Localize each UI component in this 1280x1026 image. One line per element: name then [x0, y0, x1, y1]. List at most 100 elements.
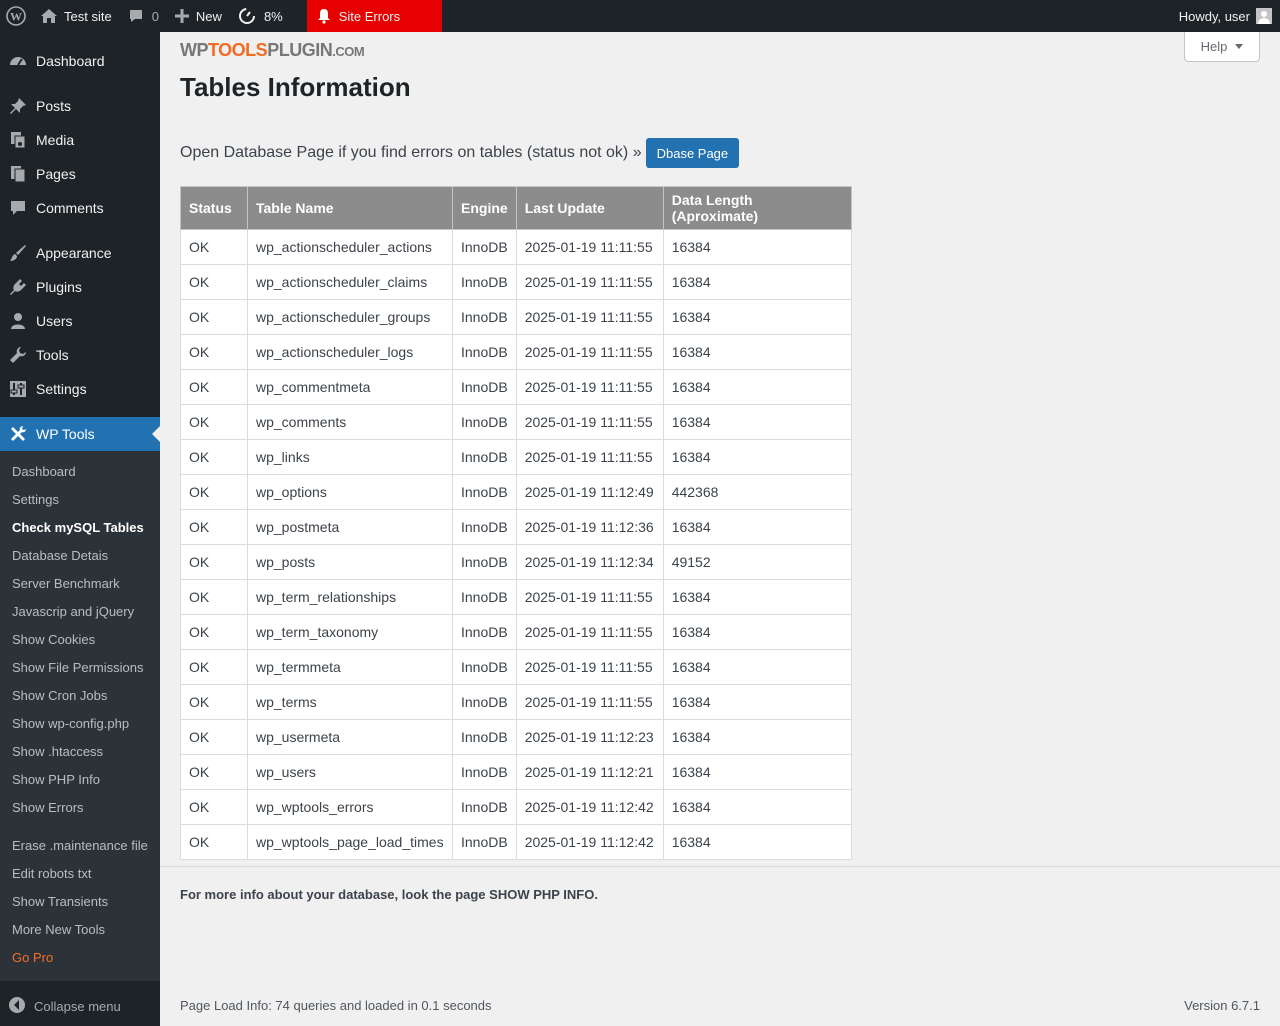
- data-length-cell: 16384: [662, 684, 852, 720]
- collapse-menu-button[interactable]: Collapse menu: [0, 989, 160, 1023]
- engine-cell: InnoDB: [452, 579, 517, 615]
- submenu-item-show-php-info[interactable]: Show PHP Info: [0, 765, 160, 793]
- last-update-cell: 2025-01-19 11:11:55: [515, 404, 664, 440]
- status-cell: OK: [180, 789, 248, 825]
- table-row: OK wp_termmeta InnoDB 2025-01-19 11:11:55 16…: [180, 649, 852, 685]
- submenu-item-check-mysql-tables[interactable]: Check mySQL Tables: [0, 513, 160, 541]
- engine-cell: InnoDB: [452, 369, 517, 405]
- site-name: Test site: [64, 8, 112, 24]
- sidebar-item-label: Comments: [36, 200, 104, 216]
- submenu-item-show-cron-jobs[interactable]: Show Cron Jobs: [0, 681, 160, 709]
- engine-cell: InnoDB: [452, 299, 517, 335]
- sidebar-item-users[interactable]: Users: [0, 304, 160, 338]
- help-button[interactable]: Help: [1184, 32, 1260, 62]
- engine-cell: InnoDB: [452, 474, 517, 510]
- site-errors-link[interactable]: Site Errors: [306, 0, 442, 32]
- dashboard-icon: [8, 51, 28, 71]
- sidebar-item-tools[interactable]: Tools: [0, 338, 160, 372]
- engine-cell: InnoDB: [452, 404, 517, 440]
- submenu-item-show-cookies[interactable]: Show Cookies: [0, 625, 160, 653]
- data-length-cell: 49152: [662, 544, 852, 580]
- home-icon: [40, 8, 58, 24]
- last-update-cell: 2025-01-19 11:12:42: [515, 789, 664, 825]
- site-errors-label: Site Errors: [338, 8, 401, 24]
- table-row: OK wp_links InnoDB 2025-01-19 11:11:55 16384: [180, 439, 852, 475]
- last-update-cell: 2025-01-19 11:12:21: [515, 754, 664, 790]
- sidebar-item-appearance[interactable]: Appearance: [0, 236, 160, 270]
- status-cell: OK: [180, 229, 248, 265]
- help-label: Help: [1200, 39, 1228, 54]
- sidebar-item-posts[interactable]: Posts: [0, 89, 160, 123]
- submenu-item-dashboard[interactable]: Dashboard: [0, 457, 160, 485]
- submenu-item-go-pro[interactable]: Go Pro: [0, 943, 160, 971]
- status-cell: OK: [180, 334, 248, 370]
- submenu-item-erase-maintenance[interactable]: Erase .maintenance file: [0, 831, 160, 859]
- submenu-item-settings[interactable]: Settings: [0, 485, 160, 513]
- data-length-cell: 16384: [662, 649, 852, 685]
- table-name-cell: wp_commentmeta: [247, 369, 453, 405]
- collapse-arrow-icon: [8, 996, 26, 1017]
- my-account-link[interactable]: Howdy, user: [1171, 0, 1280, 32]
- sidebar-item-label: Dashboard: [36, 53, 105, 69]
- engine-cell: InnoDB: [452, 229, 517, 265]
- admin-bar: W Test site 0 New 8% Site Errors Howdy, …: [0, 0, 1280, 32]
- site-name-link[interactable]: Test site: [34, 0, 120, 32]
- tables-info-table: Status Table Name Engine Last Update Dat…: [180, 186, 852, 860]
- table-name-cell: wp_actionscheduler_actions: [247, 229, 453, 265]
- wordpress-logo-icon[interactable]: W: [0, 0, 34, 32]
- column-header: Last Update: [515, 186, 664, 230]
- submenu-item-show-transients[interactable]: Show Transients: [0, 887, 160, 915]
- comments-count: 0: [151, 8, 159, 24]
- sidebar-item-pages[interactable]: Pages: [0, 157, 160, 191]
- submenu-item-show-wp-config[interactable]: Show wp-config.php: [0, 709, 160, 737]
- last-update-cell: 2025-01-19 11:11:55: [515, 439, 664, 475]
- last-update-cell: 2025-01-19 11:12:23: [515, 719, 664, 755]
- engine-cell: InnoDB: [452, 334, 517, 370]
- plug-icon: [8, 277, 28, 297]
- engine-cell: InnoDB: [452, 264, 517, 300]
- submenu-item-server-benchmark[interactable]: Server Benchmark: [0, 569, 160, 597]
- status-cell: OK: [180, 299, 248, 335]
- pushpin-icon: [8, 96, 28, 116]
- pages-icon: [8, 164, 28, 184]
- dbase-page-button[interactable]: Dbase Page: [645, 138, 740, 168]
- sidebar-item-wp-tools[interactable]: WP Tools: [0, 417, 160, 451]
- submenu-item-database-details[interactable]: Database Detais: [0, 541, 160, 569]
- submenu-item-javascript-jquery[interactable]: Javascrip and jQuery: [0, 597, 160, 625]
- wptoolsplugin-logo: WPTOOLSPLUGIN.COM: [180, 40, 365, 60]
- column-header: Table Name: [247, 186, 453, 230]
- howdy-text: Howdy, user: [1178, 8, 1250, 24]
- engine-cell: InnoDB: [452, 649, 517, 685]
- sidebar-item-comments[interactable]: Comments: [0, 191, 160, 225]
- status-cell: OK: [180, 509, 248, 545]
- page-load-info: Page Load Info: 74 queries and loaded in…: [180, 998, 492, 1013]
- last-update-cell: 2025-01-19 11:11:55: [515, 614, 664, 650]
- table-name-cell: wp_actionscheduler_claims: [247, 264, 453, 300]
- sidebar-item-label: Pages: [36, 166, 76, 182]
- submenu-item-show-file-permissions[interactable]: Show File Permissions: [0, 653, 160, 681]
- submenu-item-edit-robots[interactable]: Edit robots txt: [0, 859, 160, 887]
- table-name-cell: wp_postmeta: [247, 509, 453, 545]
- table-name-cell: wp_termmeta: [247, 649, 453, 685]
- table-row: OK wp_comments InnoDB 2025-01-19 11:11:55 16…: [180, 404, 852, 440]
- sidebar-item-settings[interactable]: Settings: [0, 372, 160, 406]
- sidebar-item-dashboard[interactable]: Dashboard: [0, 44, 160, 78]
- sidebar-item-media[interactable]: Media: [0, 123, 160, 157]
- sidebar-item-plugins[interactable]: Plugins: [0, 270, 160, 304]
- data-length-cell: 16384: [662, 719, 852, 755]
- table-row: OK wp_actionscheduler_claims InnoDB 2025-01…: [180, 264, 852, 300]
- submenu-item-show-errors[interactable]: Show Errors: [0, 793, 160, 821]
- data-length-cell: 16384: [662, 264, 852, 300]
- column-header: Status: [180, 186, 248, 230]
- data-length-cell: 16384: [662, 824, 852, 860]
- submenu-item-more-new-tools[interactable]: More New Tools: [0, 915, 160, 943]
- comments-link[interactable]: 0: [120, 0, 167, 32]
- table-name-cell: wp_term_taxonomy: [247, 614, 453, 650]
- submenu-item-show-htaccess[interactable]: Show .htaccess: [0, 737, 160, 765]
- last-update-cell: 2025-01-19 11:12:49: [515, 474, 664, 510]
- table-row: OK wp_commentmeta InnoDB 2025-01-19 11:11:5…: [180, 369, 852, 405]
- performance-link[interactable]: 8%: [230, 0, 291, 32]
- table-header-row: Status Table Name Engine Last Update Dat…: [180, 186, 852, 230]
- new-content-link[interactable]: New: [167, 0, 230, 32]
- last-update-cell: 2025-01-19 11:11:55: [515, 684, 664, 720]
